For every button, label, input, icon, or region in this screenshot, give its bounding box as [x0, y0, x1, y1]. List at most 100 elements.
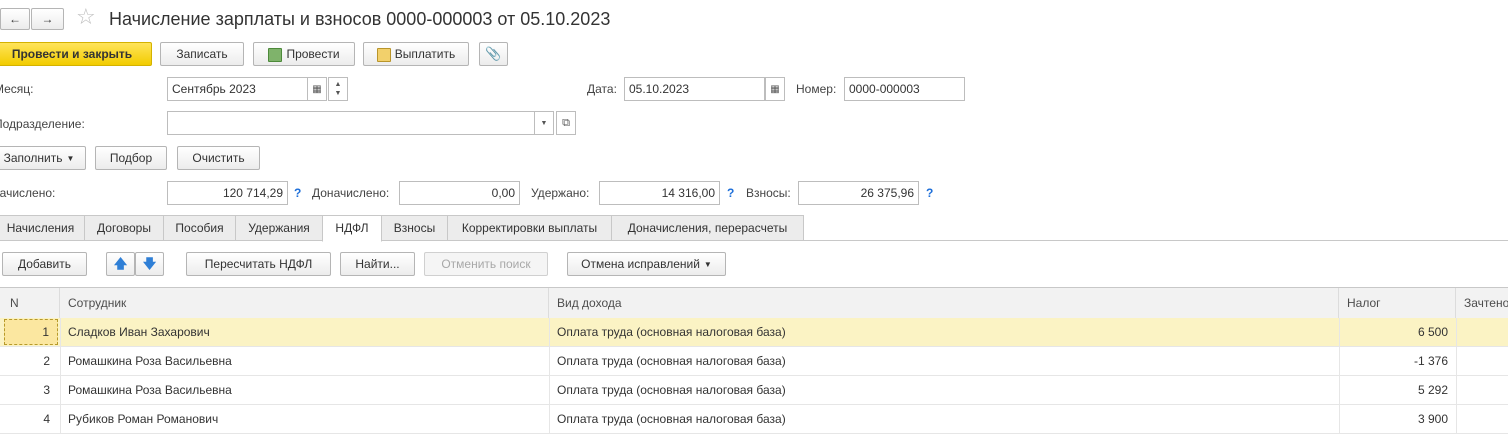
employee-cell[interactable]: Ромашкина Роза Васильевна	[60, 347, 549, 375]
withheld-label: Удержано:	[531, 186, 590, 200]
arrow-right-icon: →	[41, 12, 54, 26]
month-label: Месяц:	[0, 82, 34, 96]
recalculate-ndfl-button[interactable]: Пересчитать НДФЛ	[186, 252, 331, 276]
month-stepper[interactable]: ▲ ▼	[328, 77, 348, 101]
income-type-cell[interactable]: Оплата труда (основная налоговая база)	[549, 405, 1339, 433]
table-header: N Сотрудник Вид дохода Налог Зачтено	[0, 287, 1508, 319]
tax-cell[interactable]: -1 376	[1339, 347, 1456, 375]
tab-benefits[interactable]: Пособия	[163, 215, 236, 241]
contributions-field[interactable]: 26 375,96	[798, 181, 919, 205]
tax-cell[interactable]: 6 500	[1339, 318, 1456, 346]
attach-button[interactable]: 📎	[479, 42, 508, 66]
column-header-n[interactable]: N	[0, 288, 60, 318]
income-type-cell[interactable]: Оплата труда (основная налоговая база)	[549, 376, 1339, 404]
additional-label: Доначислено:	[312, 186, 390, 200]
move-up-button[interactable]: 🡅	[106, 252, 135, 276]
accrued-label: Начислено:	[0, 186, 56, 200]
stepper-down-icon[interactable]: ▼	[335, 89, 342, 98]
column-header-employee[interactable]: Сотрудник	[60, 288, 549, 318]
table-row[interactable]: 4 Рубиков Роман Романович Оплата труда (…	[0, 405, 1508, 434]
employee-cell[interactable]: Рубиков Роман Романович	[60, 405, 549, 433]
department-label: Подразделение:	[0, 117, 85, 131]
select-button[interactable]: Подбор	[95, 146, 167, 170]
additional-field[interactable]: 0,00	[399, 181, 520, 205]
tab-contracts[interactable]: Договоры	[84, 215, 164, 241]
department-open-button[interactable]: ⧉	[556, 111, 576, 135]
open-window-icon: ⧉	[562, 116, 570, 129]
column-header-income-type[interactable]: Вид дохода	[549, 288, 1339, 318]
contributions-help-icon[interactable]: ?	[926, 186, 933, 200]
contributions-label: Взносы:	[746, 186, 791, 200]
date-calendar-button[interactable]: ▦	[765, 77, 785, 101]
accrued-field[interactable]: 120 714,29	[167, 181, 288, 205]
income-type-cell[interactable]: Оплата труда (основная налоговая база)	[549, 347, 1339, 375]
department-dropdown-button[interactable]: ▼	[534, 111, 554, 135]
calendar-icon: ▦	[770, 83, 780, 95]
cancel-search-button[interactable]: Отменить поиск	[424, 252, 548, 276]
chevron-down-icon: ▼	[540, 119, 548, 127]
arrow-left-icon: ←	[9, 12, 21, 26]
save-button[interactable]: Записать	[160, 42, 244, 66]
department-field[interactable]	[167, 111, 535, 135]
post-and-close-button[interactable]: Провести и закрыть	[0, 42, 152, 66]
paperclip-icon: 📎	[485, 46, 502, 61]
pay-document-icon	[376, 47, 391, 62]
stepper-up-icon[interactable]: ▲	[335, 80, 342, 89]
post-button[interactable]: Провести	[253, 42, 355, 66]
chevron-down-icon: ▼	[66, 153, 75, 163]
clear-button[interactable]: Очистить	[177, 146, 260, 170]
arrow-up-icon: 🡅	[113, 256, 128, 271]
page-title: Начисление зарплаты и взносов 0000-00000…	[109, 9, 611, 29]
tab-payment-adjustments[interactable]: Корректировки выплаты	[447, 215, 612, 241]
pay-button[interactable]: Выплатить	[363, 42, 469, 66]
arrow-down-icon: 🡇	[142, 256, 157, 271]
cell-divider	[1456, 376, 1457, 404]
tab-ndfl[interactable]: НДФЛ	[322, 215, 382, 242]
favorite-star-icon[interactable]: ☆	[76, 5, 96, 29]
cancel-corrections-dropdown-button[interactable]: Отмена исправлений ▼	[567, 252, 726, 276]
month-field[interactable]: Сентябрь 2023	[167, 77, 308, 101]
tab-additional-recalculations[interactable]: Доначисления, перерасчеты	[611, 215, 804, 241]
row-number: 2	[43, 354, 50, 368]
back-button[interactable]: ←	[0, 8, 30, 30]
column-header-tax[interactable]: Налог	[1339, 288, 1456, 318]
cell-divider	[1456, 318, 1457, 346]
row-number: 3	[43, 383, 50, 397]
row-number: 1	[4, 319, 58, 345]
employee-cell[interactable]: Сладков Иван Захарович	[60, 318, 549, 346]
withheld-field[interactable]: 14 316,00	[599, 181, 720, 205]
chevron-down-icon: ▼	[703, 259, 712, 269]
fill-dropdown-button[interactable]: Заполнить ▼	[0, 146, 86, 170]
date-field[interactable]: 05.10.2023	[624, 77, 765, 101]
tab-accruals[interactable]: Начисления	[0, 215, 85, 241]
post-button-label: Провести	[286, 47, 340, 61]
number-label: Номер:	[796, 82, 837, 96]
tax-cell[interactable]: 3 900	[1339, 405, 1456, 433]
employee-cell[interactable]: Ромашкина Роза Васильевна	[60, 376, 549, 404]
column-header-credited[interactable]: Зачтено	[1456, 288, 1508, 318]
month-calendar-button[interactable]: ▦	[307, 77, 327, 101]
date-label: Дата:	[587, 82, 617, 96]
add-button[interactable]: Добавить	[2, 252, 87, 276]
cell-divider	[1456, 347, 1457, 375]
row-number: 4	[43, 412, 50, 426]
move-down-button[interactable]: 🡇	[135, 252, 164, 276]
forward-button[interactable]: →	[31, 8, 64, 30]
income-type-cell[interactable]: Оплата труда (основная налоговая база)	[549, 318, 1339, 346]
tab-deductions[interactable]: Удержания	[235, 215, 323, 241]
withheld-help-icon[interactable]: ?	[727, 186, 734, 200]
table-row[interactable]: 1 Сладков Иван Захарович Оплата труда (о…	[0, 318, 1508, 347]
number-field[interactable]: 0000-000003	[844, 77, 965, 101]
post-document-icon	[268, 47, 283, 62]
table-row[interactable]: 3 Ромашкина Роза Васильевна Оплата труда…	[0, 376, 1508, 405]
accrued-help-icon[interactable]: ?	[294, 186, 301, 200]
cell-divider	[1456, 405, 1457, 433]
calendar-icon: ▦	[312, 83, 322, 95]
cancel-corrections-label: Отмена исправлений	[581, 257, 700, 271]
table-row[interactable]: 2 Ромашкина Роза Васильевна Оплата труда…	[0, 347, 1508, 376]
find-button[interactable]: Найти...	[340, 252, 415, 276]
fill-button-label: Заполнить	[3, 151, 63, 165]
tax-cell[interactable]: 5 292	[1339, 376, 1456, 404]
tab-contributions[interactable]: Взносы	[381, 215, 448, 241]
pay-button-label: Выплатить	[394, 47, 456, 61]
